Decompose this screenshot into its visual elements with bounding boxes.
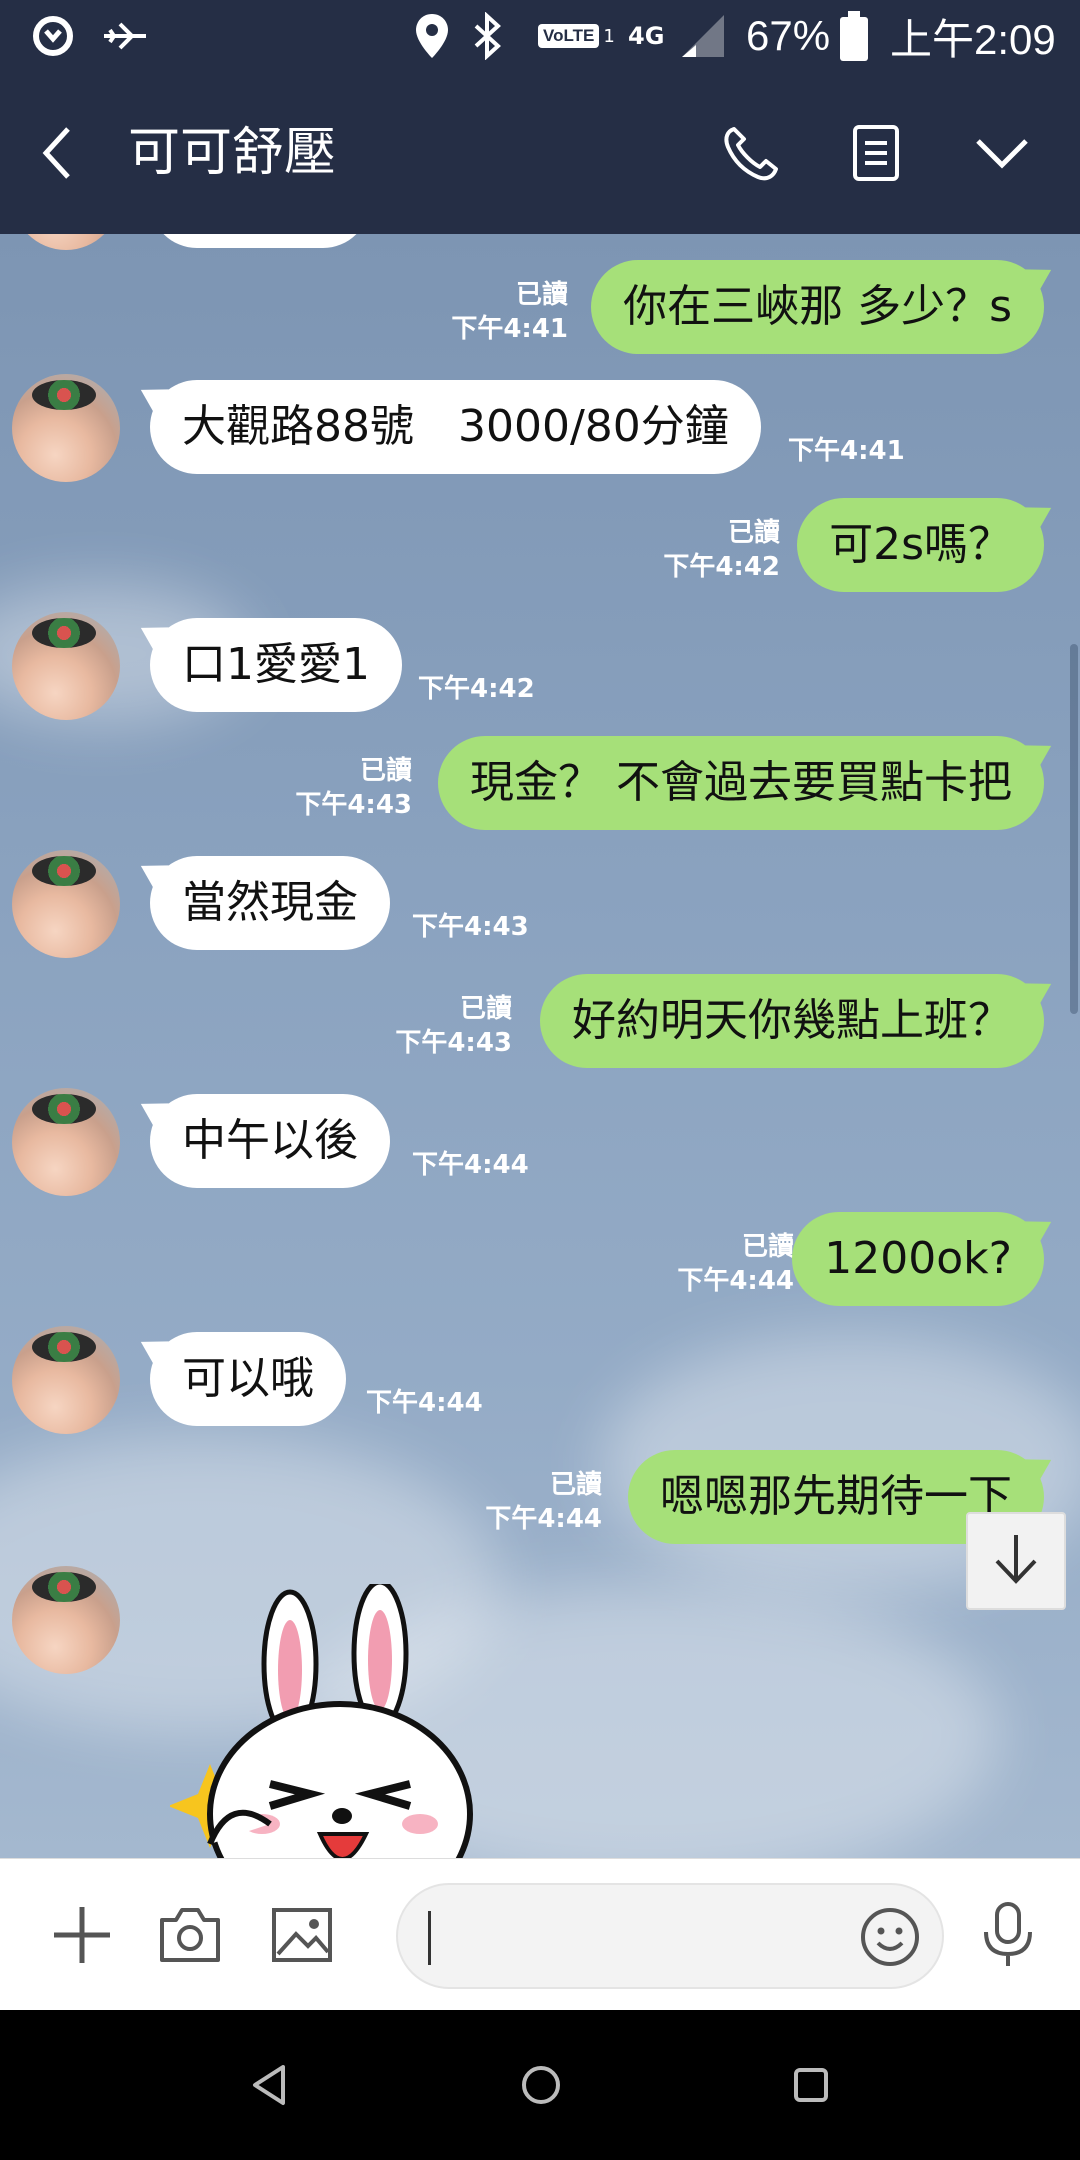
message-bubble[interactable]: 大觀路88號 3000/80分鐘 <box>150 380 761 474</box>
message-time: 下午4:43 <box>295 790 412 820</box>
message-time: 下午4:44 <box>677 1266 794 1296</box>
notes-icon[interactable] <box>840 117 912 189</box>
read-status: 已讀 <box>549 1470 602 1500</box>
network-type: 4G <box>628 22 665 50</box>
chevron-down-icon[interactable] <box>966 117 1038 189</box>
phone-icon[interactable] <box>714 117 786 189</box>
message-time: 下午4:41 <box>451 314 568 344</box>
recents-nav-icon[interactable] <box>778 2052 844 2118</box>
avatar[interactable] <box>12 612 120 720</box>
message-time: 下午4:44 <box>485 1504 602 1534</box>
message-bubble[interactable]: 1200ok? <box>792 1212 1044 1306</box>
avatar[interactable] <box>12 374 120 482</box>
avatar[interactable] <box>12 1088 120 1196</box>
camera-icon[interactable] <box>154 1899 226 1971</box>
chat-title: 可可舒壓 <box>128 123 337 183</box>
volte-sim: 1 <box>603 25 615 47</box>
home-nav-icon[interactable] <box>508 2052 574 2118</box>
read-status: 已讀 <box>459 994 512 1024</box>
message-time: 下午4:41 <box>788 436 905 466</box>
rabbit-sticker[interactable] <box>168 1579 530 1858</box>
message-time: 下午4:43 <box>412 912 529 942</box>
airplane-icon <box>100 0 150 72</box>
read-status: 已讀 <box>727 518 780 548</box>
avatar[interactable] <box>12 1566 120 1674</box>
message-bubble[interactable]: 口1愛愛1 <box>150 618 402 712</box>
plus-icon[interactable] <box>46 1899 118 1971</box>
text-caret <box>428 1911 431 1965</box>
message-time: 下午4:43 <box>395 1028 512 1058</box>
message-bubble[interactable]: 可2s嗎？ <box>797 498 1044 592</box>
location-icon <box>414 0 450 72</box>
chat-area[interactable]: 已讀 下午4:41 你在三峽那 多少？s 大觀路88號 3000/80分鐘 下午… <box>0 234 1080 1858</box>
microphone-icon[interactable] <box>972 1899 1044 1971</box>
message-time: 下午4:44 <box>366 1388 483 1418</box>
chat-header: 可可舒壓 <box>0 72 1080 234</box>
signal-icon <box>680 0 726 72</box>
message-input[interactable] <box>396 1883 944 1989</box>
message-bubble[interactable]: 當然現金 <box>150 856 390 950</box>
emoji-icon[interactable] <box>858 1905 922 1969</box>
image-icon[interactable] <box>266 1899 338 1971</box>
back-icon[interactable] <box>22 117 94 189</box>
message-bubble[interactable]: 好約明天你幾點上班？ <box>540 974 1044 1068</box>
clock: 上午2:09 <box>890 15 1056 63</box>
read-status: 已讀 <box>515 280 568 310</box>
navigation-bar <box>0 2010 1080 2160</box>
message-time: 下午4:44 <box>412 1150 529 1180</box>
scroll-to-bottom-button[interactable] <box>966 1512 1066 1610</box>
message-bubble[interactable]: 你在三峽那 多少？s <box>591 260 1044 354</box>
sync-icon <box>30 0 76 72</box>
arrow-down-icon <box>991 1531 1041 1591</box>
avatar[interactable] <box>12 234 120 250</box>
message-time: 下午4:42 <box>418 674 535 704</box>
battery-percent: 67% <box>746 12 831 59</box>
message-bubble[interactable]: 可以哦 <box>150 1332 346 1426</box>
back-nav-icon[interactable] <box>236 2052 302 2118</box>
message-time: 下午4:42 <box>663 552 780 582</box>
bluetooth-icon <box>470 0 504 72</box>
scrollbar[interactable] <box>1070 644 1078 1014</box>
message-bubble[interactable]: 中午以後 <box>150 1094 390 1188</box>
read-status: 已讀 <box>741 1232 794 1262</box>
message-bubble <box>150 234 370 248</box>
read-status: 已讀 <box>359 756 412 786</box>
message-bubble[interactable]: 現金？ 不會過去要買點卡把 <box>438 736 1044 830</box>
input-bar <box>0 1858 1080 2010</box>
status-bar: VoLTE 1 4G 67% 上午2:09 <box>0 0 1080 72</box>
volte-indicator: VoLTE 1 <box>538 0 615 72</box>
battery-icon <box>840 0 868 72</box>
avatar[interactable] <box>12 850 120 958</box>
avatar[interactable] <box>12 1326 120 1434</box>
